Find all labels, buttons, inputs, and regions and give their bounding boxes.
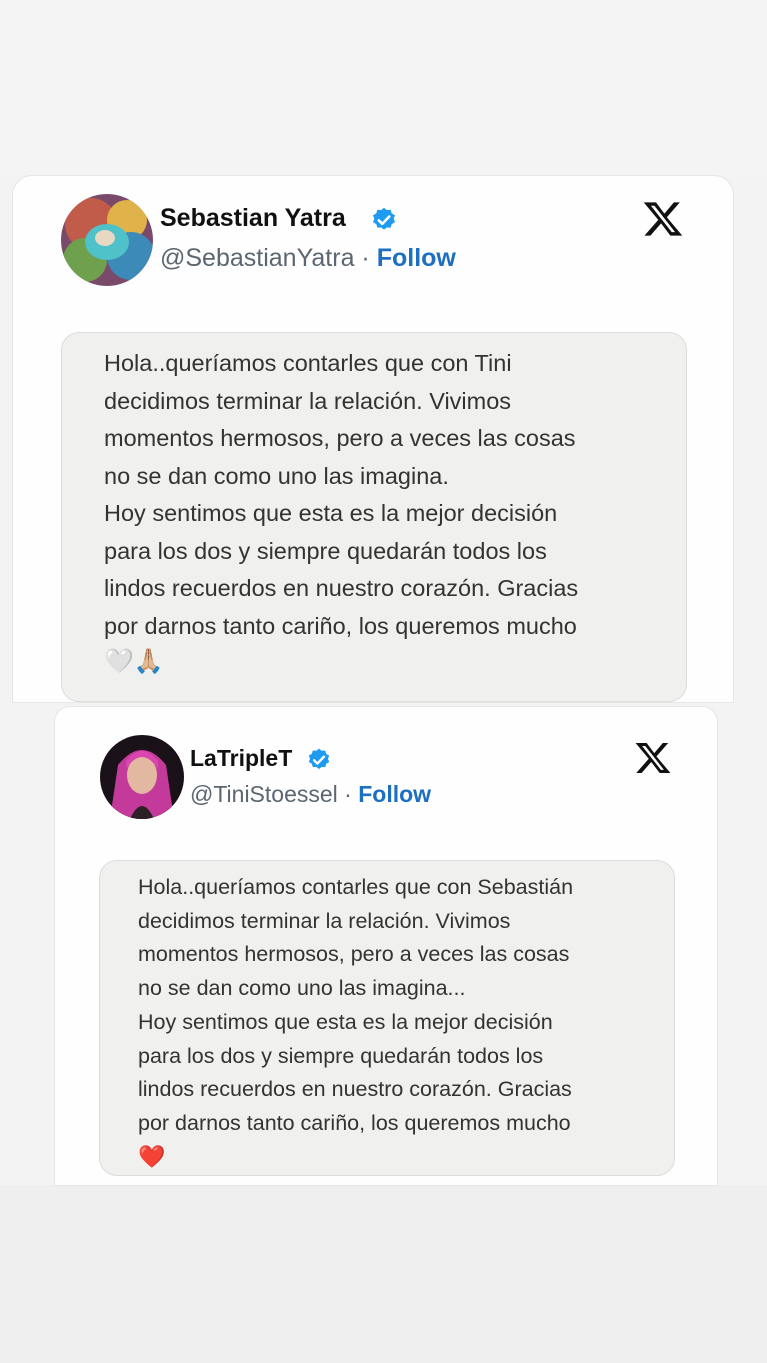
tweet-card-sebastian-yatra[interactable]: Sebastian Yatra @SebastianYatra · Follow… (12, 175, 734, 703)
tweet-message: Hola..queríamos contarles que con Sebast… (138, 875, 574, 1135)
handle-line: @SebastianYatra · Follow (160, 244, 456, 273)
separator: · (354, 244, 377, 272)
handle-line: @TiniStoessel · Follow (190, 781, 431, 808)
tweet-emojis: ❤️ (138, 1143, 166, 1169)
x-logo-icon[interactable] (633, 739, 673, 777)
follow-button[interactable]: Follow (377, 244, 456, 272)
x-logo-icon[interactable] (641, 198, 685, 240)
avatar[interactable] (100, 735, 184, 819)
author-handle[interactable]: @TiniStoessel (190, 781, 338, 807)
separator: · (337, 781, 359, 807)
verified-badge-icon (306, 747, 332, 773)
avatar[interactable] (61, 194, 153, 286)
verified-badge-icon (370, 206, 398, 234)
top-background (0, 0, 767, 175)
tweet-message: Hola..queríamos contarles que con Tini d… (104, 350, 579, 639)
bottom-background (0, 1185, 767, 1363)
quote-box: Hola..queríamos contarles que con Tini d… (61, 332, 687, 702)
author-name[interactable]: LaTripleT (190, 745, 292, 772)
follow-button[interactable]: Follow (358, 781, 431, 807)
author-handle[interactable]: @SebastianYatra (160, 244, 354, 272)
quote-box: Hola..queríamos contarles que con Sebast… (99, 860, 675, 1176)
tweet-emojis: 🤍🙏🏼 (104, 648, 164, 675)
tweet-card-latriplet[interactable]: LaTripleT @TiniStoessel · Follow Hola..q… (54, 706, 718, 1186)
author-name[interactable]: Sebastian Yatra (160, 204, 346, 233)
